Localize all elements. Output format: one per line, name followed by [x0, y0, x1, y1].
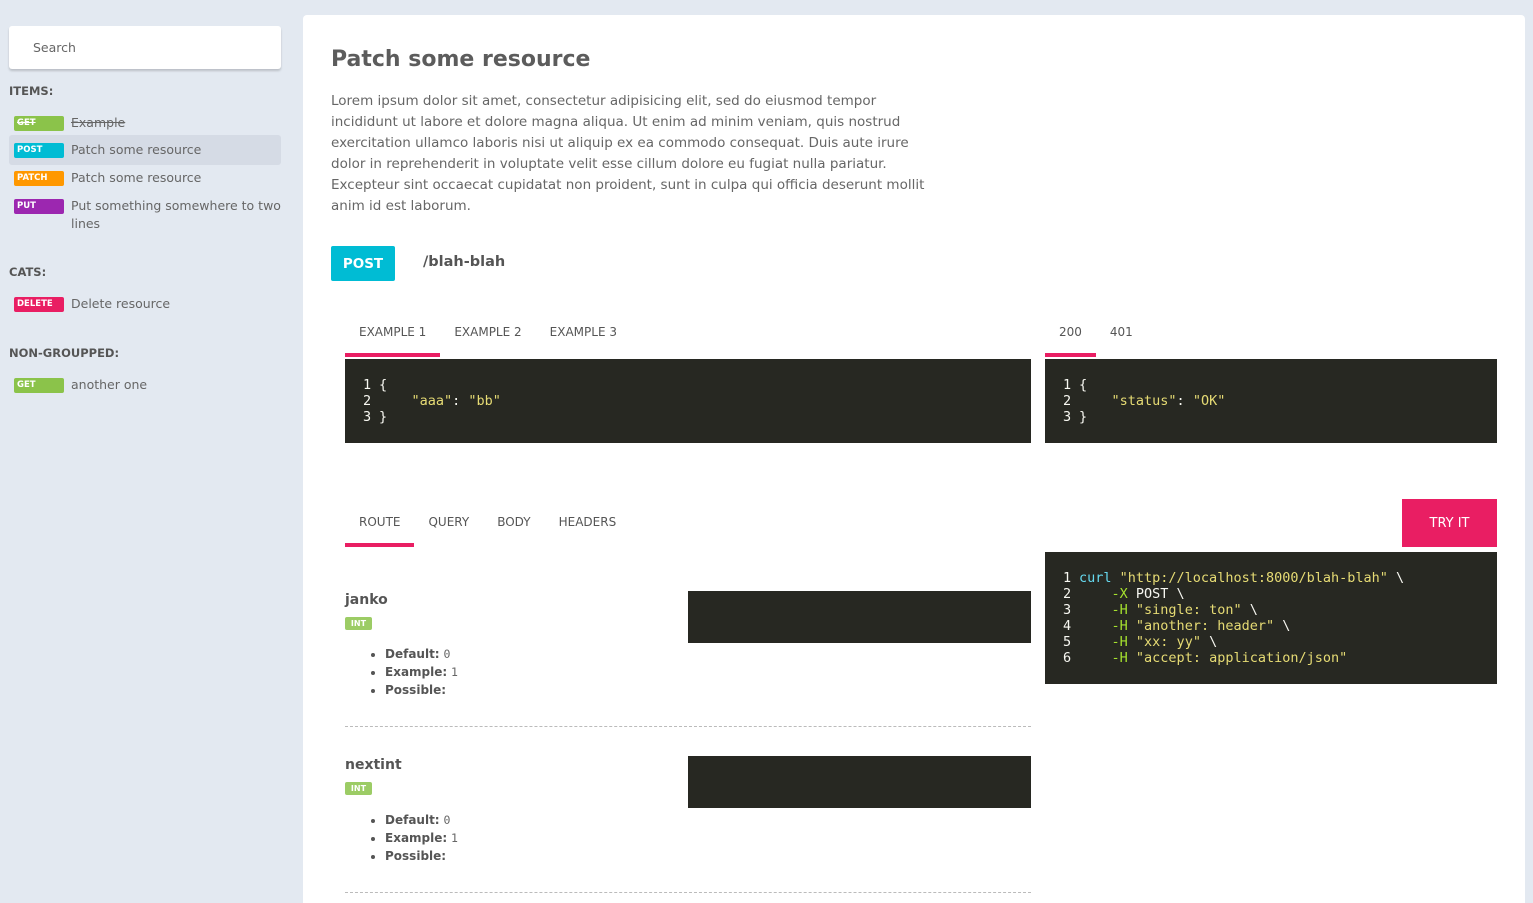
- method-badge-post: POST: [331, 246, 395, 281]
- main-content: Patch some resource Lorem ipsum dolor si…: [303, 15, 1525, 903]
- sidebar-item-delete-resource[interactable]: DELETE Delete resource: [9, 289, 281, 319]
- param-properties: Default: 0 Example: 1 Possible:: [385, 811, 458, 865]
- example-tabs: EXAMPLE 1 EXAMPLE 2 EXAMPLE 3: [345, 310, 631, 357]
- sidebar-item-label: Delete resource: [71, 296, 171, 311]
- sidebar-item-label: Patch some resource: [71, 142, 202, 157]
- search-input[interactable]: [33, 40, 263, 55]
- tab-response-401[interactable]: 401: [1096, 310, 1147, 354]
- param-example: Example: 1: [385, 829, 458, 847]
- param-possible: Possible:: [385, 847, 458, 865]
- page-title: Patch some resource: [331, 47, 591, 72]
- search-box: [9, 26, 281, 69]
- method-badge-get: GET: [14, 377, 64, 393]
- method-badge-delete: DELETE: [14, 296, 64, 312]
- sidebar-item-example[interactable]: GET Example: [9, 108, 281, 138]
- tab-example-2[interactable]: EXAMPLE 2: [440, 310, 535, 354]
- group-title-non-groupped: NON-GROUPPED:: [9, 346, 120, 360]
- param-default: Default: 0: [385, 811, 458, 829]
- try-it-button[interactable]: TRY IT: [1402, 499, 1497, 547]
- param-type-badge: INT: [345, 617, 372, 630]
- tab-example-1[interactable]: EXAMPLE 1: [345, 310, 441, 357]
- tab-headers[interactable]: HEADERS: [545, 500, 631, 544]
- param-name: janko: [345, 592, 388, 608]
- param-tabs: ROUTE QUERY BODY HEADERS: [345, 500, 631, 547]
- method-badge-get: GET: [14, 115, 64, 131]
- sidebar-item-label: Patch some resource: [71, 170, 202, 185]
- param-value-box: [688, 756, 1031, 808]
- sidebar-item-put-something[interactable]: PUT Put something somewhere to two lines: [9, 191, 281, 239]
- group-title-items: ITEMS:: [9, 84, 54, 98]
- tab-body[interactable]: BODY: [483, 500, 544, 544]
- param-name: nextint: [345, 757, 402, 773]
- group-title-cats: CATS:: [9, 265, 47, 279]
- param-possible: Possible:: [385, 681, 458, 699]
- param-properties: Default: 0 Example: 1 Possible:: [385, 645, 458, 699]
- sidebar-item-another-one[interactable]: GET another one: [9, 370, 281, 400]
- method-badge-put: PUT: [14, 198, 64, 214]
- param-type-badge: INT: [345, 782, 372, 795]
- tab-response-200[interactable]: 200: [1045, 310, 1096, 357]
- tab-example-3[interactable]: EXAMPLE 3: [536, 310, 631, 354]
- sidebar-item-label: Put something somewhere to two lines: [71, 198, 281, 231]
- endpoint-description: Lorem ipsum dolor sit amet, consectetur …: [331, 93, 925, 214]
- curl-code-block: 1 curl "http://localhost:8000/blah-blah" …: [1045, 552, 1497, 684]
- param-separator: [345, 892, 1031, 893]
- sidebar-item-label: Example: [71, 115, 126, 130]
- example-code-block: 1{ 2 "aaa": "bb" 3}: [345, 359, 1031, 443]
- route-path: /blah-blah: [423, 254, 506, 270]
- param-default: Default: 0: [385, 645, 458, 663]
- method-badge-patch: PATCH: [14, 170, 64, 186]
- sidebar: ITEMS: GET Example POST Patch some resou…: [0, 0, 303, 903]
- sidebar-item-label: another one: [71, 377, 148, 392]
- sidebar-item-post-patch-some-resource[interactable]: POST Patch some resource: [9, 135, 281, 165]
- param-separator: [345, 726, 1031, 727]
- param-example: Example: 1: [385, 663, 458, 681]
- tab-query[interactable]: QUERY: [414, 500, 483, 544]
- response-tabs: 200 401: [1045, 310, 1147, 357]
- tab-route[interactable]: ROUTE: [345, 500, 415, 547]
- method-badge-post: POST: [14, 142, 64, 158]
- response-code-block: 1{ 2 "status": "OK" 3}: [1045, 359, 1497, 443]
- sidebar-item-patch-some-resource[interactable]: PATCH Patch some resource: [9, 163, 281, 193]
- param-value-box: [688, 591, 1031, 643]
